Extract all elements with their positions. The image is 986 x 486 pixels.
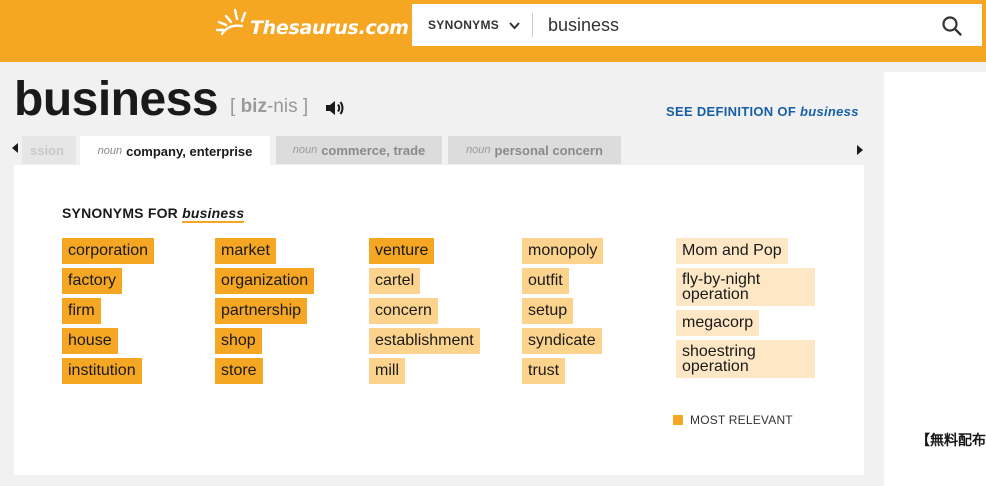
search-scope-dropdown[interactable]: SYNONYMS [428, 4, 521, 46]
legend-swatch [673, 415, 683, 425]
pron-open: [ [230, 96, 241, 117]
synonym-chip[interactable]: shop [215, 328, 262, 354]
synonym-column-5: Mom and Pop fly-by-night operation megacor… [676, 238, 815, 382]
synonym-chip[interactable]: outfit [522, 268, 569, 294]
synonyms-heading: SYNONYMS FOR business [62, 205, 245, 223]
tab-commerce-trade[interactable]: noun commerce, trade [276, 136, 442, 164]
synonym-chip[interactable]: megacorp [676, 310, 760, 336]
synonym-chip[interactable]: corporation [62, 238, 155, 264]
synonym-chip[interactable]: market [215, 238, 276, 264]
right-sidebar: 【無料配布 [884, 72, 986, 486]
tab-label: company, enterprise [126, 143, 253, 159]
relevance-legend: MOST RELEVANT [673, 413, 793, 427]
synonyms-panel: SYNONYMS FOR business corporation factory… [14, 165, 864, 475]
search-divider [532, 13, 533, 37]
pron-rest: -nis ] [266, 96, 309, 117]
synonym-chip[interactable]: store [215, 358, 263, 384]
tab-partial-left[interactable]: ssion [22, 136, 76, 164]
synonym-column-1: corporation factory firm house institution [62, 238, 155, 388]
tab-pos: noun [466, 144, 491, 156]
synonym-chip[interactable]: house [62, 328, 118, 354]
search-scope-label: SYNONYMS [428, 18, 500, 32]
tab-label: personal concern [494, 142, 603, 158]
synonym-chip[interactable]: institution [62, 358, 142, 384]
tab-company-enterprise[interactable]: noun company, enterprise [80, 136, 270, 166]
tabs-scroll-right-arrow[interactable] [857, 145, 863, 155]
synonym-chip[interactable]: factory [62, 268, 123, 294]
site-logo[interactable]: Thesaurus.com [214, 4, 409, 48]
synonym-chip[interactable]: monopoly [522, 238, 604, 264]
synonym-chip[interactable]: fly-by-night operation [676, 268, 815, 306]
speaker-icon[interactable] [324, 98, 346, 118]
synonym-column-4: monopoly outfit setup syndicate trust [522, 238, 604, 388]
see-definition-word: business [799, 104, 859, 119]
chevron-down-icon [509, 21, 520, 29]
synonym-column-2: market organization partnership shop store [215, 238, 315, 388]
tab-label: commerce, trade [321, 142, 426, 158]
synonym-chip[interactable]: trust [522, 358, 566, 384]
logo-text: Thesaurus.com [250, 17, 409, 39]
synonyms-heading-prefix: SYNONYMS FOR [62, 205, 183, 221]
tab-pos: noun [292, 144, 318, 156]
synonym-chip[interactable]: Mom and Pop [676, 238, 788, 264]
tab-pos: noun [97, 145, 123, 157]
synonym-chip[interactable]: shoestring operation [676, 340, 815, 378]
synonym-chip[interactable]: venture [369, 238, 435, 264]
synonym-column-3: venture cartel concern establishment mill [369, 238, 480, 388]
synonym-chip[interactable]: organization [215, 268, 315, 294]
pronunciation: [ biz-nis ] [230, 96, 308, 118]
search-bar: SYNONYMS [412, 4, 982, 46]
legend-label: MOST RELEVANT [690, 413, 793, 427]
pron-stressed-syllable: biz [240, 96, 267, 117]
synonym-chip[interactable]: setup [522, 298, 574, 324]
tab-personal-concern[interactable]: noun personal concern [448, 136, 621, 164]
synonym-chip[interactable]: syndicate [522, 328, 602, 354]
top-bar: Thesaurus.com SYNONYMS [0, 0, 986, 62]
search-icon[interactable] [940, 14, 964, 38]
synonym-chip[interactable]: cartel [369, 268, 421, 294]
see-definition-prefix: SEE DEFINITION OF [666, 104, 800, 119]
synonym-chip[interactable]: mill [369, 358, 405, 384]
search-input[interactable] [548, 10, 928, 40]
sun-rays-icon [215, 8, 247, 36]
tab-partial-label: ssion [30, 142, 64, 158]
headword: business [14, 73, 219, 126]
synonym-chip[interactable]: partnership [215, 298, 308, 324]
see-definition-link[interactable]: SEE DEFINITION OF business [666, 104, 859, 119]
tabs-scroll-left-arrow[interactable] [12, 143, 18, 153]
synonym-chip[interactable]: concern [369, 298, 438, 324]
synonym-chip[interactable]: establishment [369, 328, 480, 354]
sidebar-text: 【無料配布 [916, 432, 986, 448]
synonym-chip[interactable]: firm [62, 298, 101, 324]
synonyms-heading-word: business [182, 205, 245, 223]
